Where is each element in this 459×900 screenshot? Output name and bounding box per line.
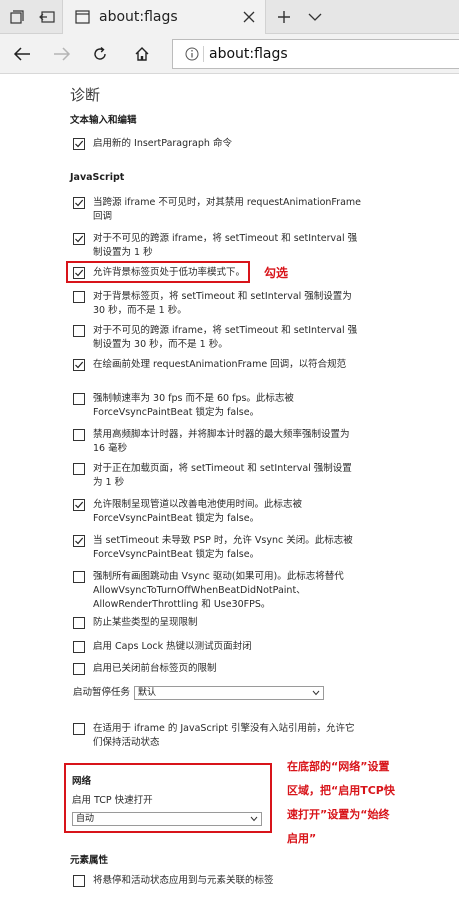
pause-task-value: 默认 [138, 688, 157, 698]
page-icon [75, 10, 90, 24]
tab-about-flags[interactable]: about:flags [62, 0, 266, 34]
chevron-down-icon[interactable] [300, 0, 330, 34]
address-bar[interactable]: about:flags [172, 39, 459, 69]
checkbox[interactable] [73, 663, 85, 675]
checkbox[interactable] [73, 359, 85, 371]
flag-label: 对于正在加载页面，将 setTimeout 和 setInterval 强制设置… [93, 463, 352, 488]
flag-label: 启用 Caps Lock 热键以测试页面封闭 [93, 641, 252, 652]
flag-label: 对于不可见的跨源 iframe，将 setTimeout 和 setInterv… [93, 233, 358, 258]
tab-manager-icon[interactable] [2, 0, 32, 34]
flag-label: 启用已关闭前台标签页的限制 [93, 663, 217, 674]
checkbox[interactable] [73, 325, 85, 337]
flag-label: 对于不可见的跨源 iframe，将 setTimeout 和 setInterv… [93, 325, 358, 350]
checkbox[interactable] [73, 617, 85, 629]
flag-label: 防止某些类型的呈现限制 [93, 617, 198, 628]
forward-icon[interactable] [44, 34, 80, 74]
checkbox[interactable] [73, 723, 85, 735]
flag-label: 当跨源 iframe 不可见时，对其禁用 requestAnimationFra… [93, 197, 362, 222]
flag-label: 在绘画前处理 requestAnimationFrame 回调，以符合规范 [93, 359, 347, 370]
checkbox[interactable] [73, 641, 85, 653]
new-tab-icon[interactable] [269, 0, 299, 34]
flag-label: 在适用于 iframe 的 JavaScript 引擎没有入站引用前，允许它们保… [93, 723, 355, 748]
checkbox[interactable] [73, 233, 85, 245]
checkbox[interactable] [73, 499, 85, 511]
refresh-icon[interactable] [82, 34, 118, 74]
chevron-down-icon [250, 816, 258, 822]
checkbox[interactable] [73, 535, 85, 547]
flag-label: 强制帧速率为 30 fps 而不是 60 fps。此标志被 ForceVsync… [93, 393, 294, 418]
flag-label: 强制所有画图跳动由 Vsync 驱动(如果可用)。此标志将替代 AllowVsy… [93, 571, 344, 610]
checkbox[interactable] [73, 197, 85, 209]
checkbox[interactable] [73, 571, 85, 583]
checkmark-icon [75, 235, 84, 243]
navigation-bar: about:flags [0, 34, 459, 74]
flag-label: 对于背景标签页，将 setTimeout 和 setInterval 强制设置为… [93, 291, 352, 316]
close-tab-icon[interactable] [243, 11, 255, 23]
flag-label: 将悬停和活动状态应用到与元素关联的标签 [93, 875, 274, 886]
annotation-network-line4: 启用” [287, 832, 317, 845]
section-title-javascript: JavaScript [70, 172, 125, 183]
low-power-highlight-box [66, 261, 250, 283]
page-heading: 诊断 [70, 86, 101, 104]
checkmark-icon [75, 501, 84, 509]
checkmark-icon [75, 199, 84, 207]
checkbox[interactable] [73, 463, 85, 475]
pause-task-select[interactable]: 默认 [134, 686, 324, 700]
section-title-network: 网络 [72, 776, 92, 787]
checkmark-icon [75, 140, 84, 148]
checkmark-icon [75, 537, 84, 545]
flag-label: 启用新的 InsertParagraph 命令 [93, 138, 232, 149]
flags-page: 诊断 文本输入和编辑 启用新的 InsertParagraph 命令 JavaS… [0, 74, 459, 900]
tcp-fast-open-value: 自动 [76, 814, 95, 824]
flag-label: 当 setTimeout 未导致 PSP 时，允许 Vsync 关闭。此标志被 … [93, 535, 353, 560]
back-icon[interactable] [4, 34, 40, 74]
set-tabs-aside-icon[interactable] [32, 0, 62, 34]
section-title-element-properties: 元素属性 [70, 855, 109, 866]
home-icon[interactable] [124, 34, 160, 74]
flag-label: 禁用高频脚本计时器，并将脚本计时器的最大频率强制设置为 16 毫秒 [93, 429, 350, 454]
pause-task-label: 启动暂停任务 [73, 687, 131, 698]
address-text: about:flags [209, 46, 288, 62]
checkbox[interactable] [73, 429, 85, 441]
tcp-fast-open-select[interactable]: 自动 [72, 812, 262, 826]
checkbox[interactable] [73, 875, 85, 887]
annotation-check: 勾选 [264, 266, 289, 280]
annotation-network-line3: 速打开”设置为“始终 [287, 808, 390, 821]
tab-bar: about:flags [0, 0, 459, 34]
section-title-text-input: 文本输入和编辑 [70, 115, 137, 126]
checkmark-icon [75, 361, 84, 369]
tcp-fast-open-label: 启用 TCP 快速打开 [72, 795, 153, 806]
checkbox[interactable] [73, 291, 85, 303]
tab-title: about:flags [99, 9, 178, 25]
annotation-network-line1: 在底部的“网络”设置 [287, 760, 390, 773]
flag-label: 允许限制呈现管道以改善电池使用时间。此标志被 ForceVsyncPaintBe… [93, 499, 303, 524]
checkbox[interactable] [73, 393, 85, 405]
chevron-down-icon [312, 690, 320, 696]
annotation-network-line2: 区域，把“启用TCP快 [287, 784, 395, 797]
checkbox[interactable] [73, 138, 85, 150]
info-icon[interactable] [185, 47, 199, 61]
